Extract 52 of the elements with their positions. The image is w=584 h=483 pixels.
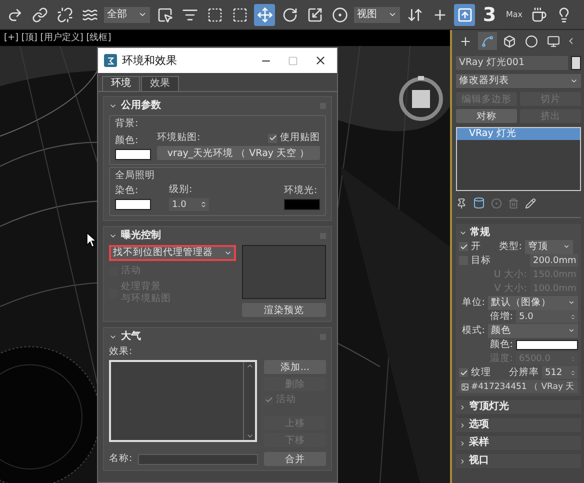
tab[interactable]: 环境 (102, 76, 140, 91)
field-label: 单位: (460, 296, 485, 308)
spinner-field[interactable]: 1.0 (169, 198, 209, 211)
button[interactable]: 渲染预览 (242, 303, 326, 317)
collapsed-rollout[interactable]: 视口 (456, 454, 581, 468)
collapsed-rollout[interactable]: 采样 (456, 436, 581, 450)
field-label: 名称: (109, 453, 132, 465)
stack-item[interactable]: VRay 灯光 (457, 128, 580, 140)
field-label: 模式: (460, 324, 485, 336)
map-button[interactable]: #417234451 （ VRay 天 (459, 380, 578, 393)
rollout-title[interactable]: 公用参数 (121, 100, 316, 112)
collapsed-rollout[interactable]: 选项 (456, 418, 581, 432)
field-label: 类型: (498, 240, 522, 252)
checkbox[interactable]: 开 (459, 240, 481, 252)
tab[interactable]: 效果 (141, 76, 179, 91)
dropdown[interactable]: 颜色 (488, 324, 578, 338)
collapsed-rollout[interactable]: 穹顶灯光 (456, 400, 581, 414)
map-button[interactable]: vray_天光环境 （ VRay 天空 ） (157, 146, 320, 160)
dropdown[interactable]: 穹顶 (525, 240, 573, 254)
button[interactable]: 合并 (264, 452, 326, 466)
rollout-title[interactable]: 曝光控制 (121, 230, 316, 242)
object-name-field[interactable]: VRay 灯光001 (456, 56, 568, 70)
group-label: 背景: (115, 118, 140, 130)
button[interactable]: 添加... (264, 360, 326, 374)
spinner-field[interactable]: 512 (542, 366, 578, 379)
dropdown[interactable]: 默认（图像） (488, 296, 578, 310)
field-label: 染色: (115, 185, 140, 197)
field-label: 环境贴图: (157, 132, 200, 144)
field-label: 效果: (109, 346, 134, 358)
spinner-field[interactable]: 5.0 (516, 310, 578, 323)
checkbox[interactable]: 目标 (459, 254, 491, 266)
field-label: 分辨率 (509, 366, 539, 378)
toolbar-dropdown[interactable]: 视图 (354, 6, 400, 22)
viewport-label[interactable]: [+] [顶] [用户定义] [线框] (4, 32, 112, 44)
group-label: 全局照明 (115, 170, 156, 182)
field-label: 倍增: (490, 310, 513, 322)
rollout-title[interactable]: 常规 (470, 226, 578, 238)
modifier-dropdown[interactable]: 修改器列表 (456, 74, 581, 88)
snap-button[interactable]: 3 (479, 4, 500, 26)
field-label: 颜色: (115, 135, 140, 147)
toolbar-dropdown[interactable]: 全部 (104, 6, 150, 22)
field-label: 环境光: (284, 185, 318, 197)
modifier-button[interactable]: 对称 (456, 109, 517, 123)
rollout-title[interactable]: 大气 (121, 331, 316, 343)
dropdown[interactable]: 找不到位图代理管理器 (109, 245, 236, 261)
checkbox[interactable]: 使用贴图 (268, 132, 320, 144)
field-label: 级别: (169, 184, 194, 196)
toolbar-label[interactable]: Max (504, 8, 525, 20)
field-label: 颜色: (490, 338, 513, 350)
checkbox[interactable]: 纹理 (459, 366, 491, 378)
window-title: 环境和效果 (122, 54, 178, 66)
spinner-field[interactable]: 200.0mm (530, 254, 578, 267)
